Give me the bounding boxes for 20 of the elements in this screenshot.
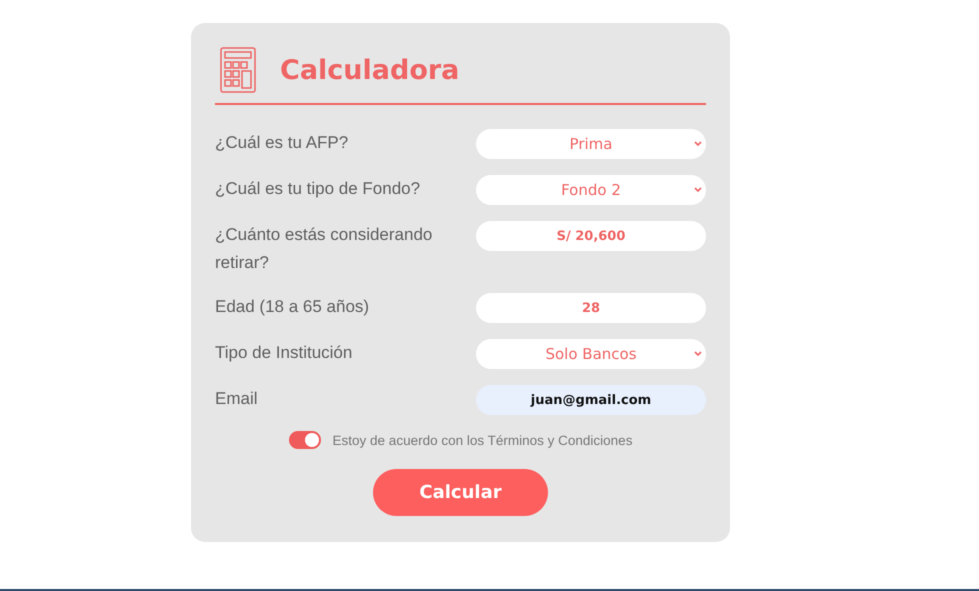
terms-label: Estoy de acuerdo con los Términos y Condiciones: [332, 432, 632, 448]
input-field[interactable]: S/ 20,600: [476, 221, 706, 251]
field-label: Edad (18 a 65 años): [215, 296, 370, 318]
calculate-button[interactable]: Calcular: [373, 469, 548, 516]
email-field[interactable]: juan@gmail.com: [476, 385, 706, 415]
field-label: Email: [215, 388, 259, 410]
field-label: ¿Cuánto estás considerando retirar?: [215, 224, 434, 274]
chevron-icon: [694, 187, 702, 193]
select-field[interactable]: Solo Bancos: [476, 339, 706, 369]
field-label: ¿Cuál es tu AFP?: [215, 132, 350, 154]
field-label: Tipo de Institución: [215, 342, 354, 364]
calculator-title: Calculadora: [280, 54, 460, 86]
toggle-switch[interactable]: [288, 431, 321, 449]
field-label: ¿Cuál es tu tipo de Fondo?: [215, 178, 422, 200]
select-field[interactable]: Fondo 2: [476, 175, 706, 205]
chevron-icon: [694, 141, 702, 147]
input-field[interactable]: 28: [476, 293, 706, 323]
chevron-icon: [694, 351, 702, 357]
calculator-icon: [220, 47, 256, 93]
select-field[interactable]: Prima: [476, 129, 706, 159]
